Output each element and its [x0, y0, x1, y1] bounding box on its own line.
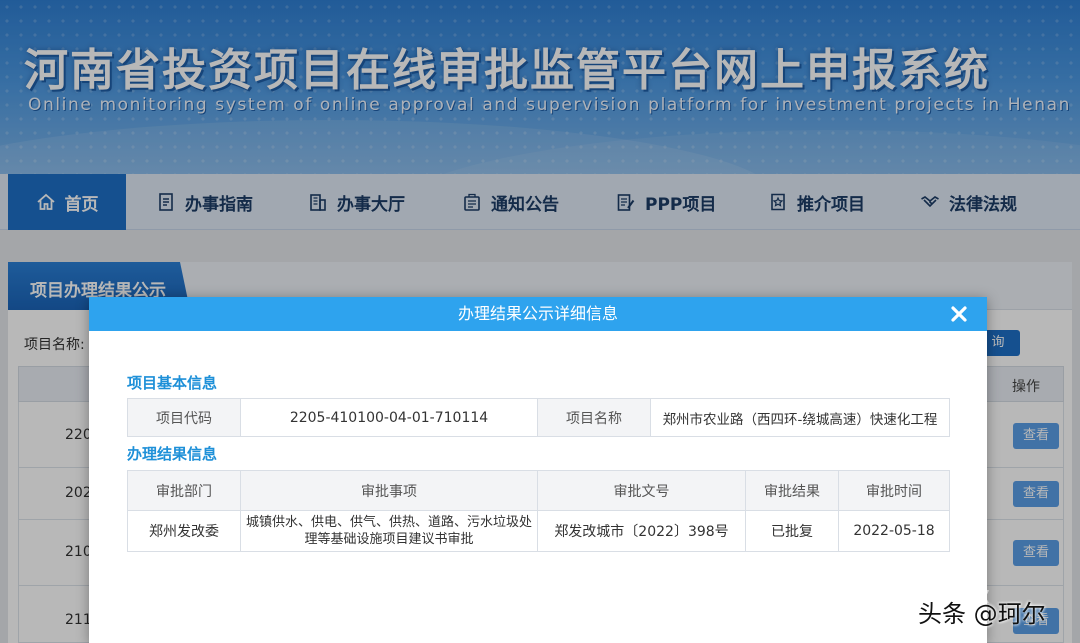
column-header: 审批部门 — [127, 470, 241, 511]
detail-modal: 办理结果公示详细信息 项目基本信息 项目代码 2205-410100-04-01… — [89, 297, 987, 643]
result-info-table: 审批部门 审批事项 审批文号 审批结果 审批时间 郑州发改委 城镇供水、供电、供… — [127, 470, 950, 552]
project-code-value: 2205-410100-04-01-710114 — [240, 398, 538, 437]
table-row: 项目代码 2205-410100-04-01-710114 项目名称 郑州市农业… — [127, 398, 950, 437]
basic-info-table: 项目代码 2205-410100-04-01-710114 项目名称 郑州市农业… — [127, 398, 950, 437]
watermark: 头条 @珂尔 — [918, 600, 1046, 628]
table-header-row: 审批部门 审批事项 审批文号 审批结果 审批时间 — [127, 470, 950, 511]
approval-doc-number: 郑发改城市〔2022〕398号 — [537, 510, 746, 552]
project-name-label: 项目名称 — [537, 398, 651, 437]
approval-result: 已批复 — [745, 510, 839, 552]
result-info-title: 办理结果信息 — [127, 445, 218, 463]
basic-info-title: 项目基本信息 — [127, 374, 218, 392]
project-name-value: 郑州市农业路（西四环-绕城高速）快速化工程 — [650, 398, 950, 437]
approval-date: 2022-05-18 — [838, 510, 950, 552]
approval-item: 城镇供水、供电、供气、供热、道路、污水垃圾处理等基础设施项目建议书审批 — [240, 510, 538, 552]
approval-department: 郑州发改委 — [127, 510, 241, 552]
column-header: 审批文号 — [537, 470, 746, 511]
column-header: 审批结果 — [745, 470, 839, 511]
modal-title: 办理结果公示详细信息 — [457, 304, 618, 323]
table-row: 郑州发改委 城镇供水、供电、供气、供热、道路、污水垃圾处理等基础设施项目建议书审… — [127, 510, 950, 552]
modal-header: 办理结果公示详细信息 — [89, 297, 987, 331]
close-icon[interactable] — [947, 301, 971, 327]
column-header: 审批时间 — [838, 470, 950, 511]
column-header: 审批事项 — [240, 470, 538, 511]
project-code-label: 项目代码 — [127, 398, 241, 437]
